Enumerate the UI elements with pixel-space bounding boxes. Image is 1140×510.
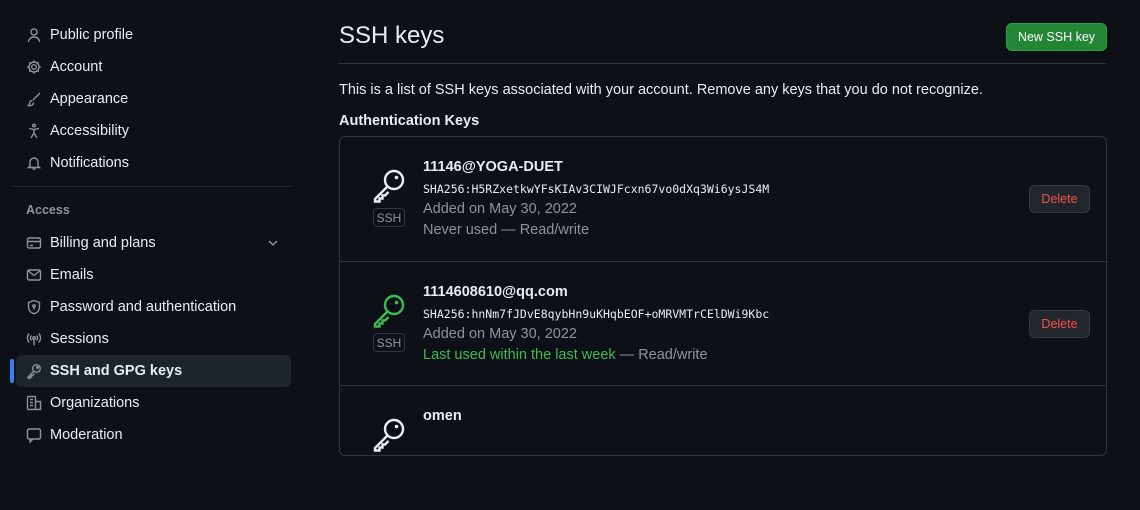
sidebar-item-notifications[interactable]: Notifications	[16, 147, 291, 179]
organization-icon	[26, 395, 42, 411]
page-title: SSH keys	[339, 22, 445, 49]
sidebar-item-label: Appearance	[50, 91, 129, 107]
sidebar-item-ssh-gpg-keys[interactable]: SSH and GPG keys	[10, 355, 291, 387]
ssh-key-row: SSH 11146@YOGA-DUET SHA256:H5RZxetkwYFsK…	[340, 137, 1106, 261]
mail-icon	[26, 267, 42, 283]
sidebar-item-emails[interactable]: Emails	[16, 259, 291, 291]
shield-lock-icon	[26, 299, 42, 315]
accessibility-icon	[26, 123, 42, 139]
broadcast-icon	[26, 331, 42, 347]
ssh-key-row: omen	[340, 385, 1106, 510]
sidebar-item-public-profile[interactable]: Public profile	[16, 19, 291, 51]
sidebar-divider	[12, 186, 292, 187]
sidebar-heading-access: Access	[26, 203, 70, 217]
key-usage: Last used within the last week — Read/wr…	[423, 347, 708, 363]
sidebar-item-accessibility[interactable]: Accessibility	[16, 115, 291, 147]
delete-key-button[interactable]: Delete	[1029, 185, 1090, 213]
key-fingerprint: SHA256:hnNm7fJDvE8qybHn9uKHqbEOF+oMRVMTr…	[423, 307, 770, 321]
key-icon	[26, 363, 42, 379]
key-title: 1114608610@qq.com	[423, 284, 568, 300]
sidebar-item-label: Account	[50, 59, 103, 75]
sidebar-item-label: Moderation	[50, 427, 123, 443]
key-usage: Never used — Read/write	[423, 222, 589, 238]
sidebar-item-label: Organizations	[50, 395, 140, 411]
key-title: 11146@YOGA-DUET	[423, 159, 563, 175]
sidebar-item-label: Public profile	[50, 27, 134, 43]
bell-icon	[26, 155, 42, 171]
sidebar-item-label: Notifications	[50, 155, 129, 171]
delete-key-button[interactable]: Delete	[1029, 310, 1090, 338]
key-added-date: Added on May 30, 2022	[423, 326, 577, 342]
new-ssh-key-button[interactable]: New SSH key	[1006, 23, 1107, 51]
ssh-badge: SSH	[373, 208, 405, 227]
credit-card-icon	[26, 235, 42, 251]
key-last-used: Last used within the last week	[423, 347, 616, 363]
ssh-keys-list: SSH 11146@YOGA-DUET SHA256:H5RZxetkwYFsK…	[339, 136, 1107, 456]
sidebar-item-moderation[interactable]: Moderation	[16, 419, 291, 451]
gear-icon	[26, 59, 42, 75]
person-icon	[26, 27, 42, 43]
ssh-key-row: SSH 1114608610@qq.com SHA256:hnNm7fJDvE8…	[340, 261, 1106, 386]
paintbrush-icon	[26, 91, 42, 107]
sidebar-item-label: Sessions	[50, 331, 109, 347]
key-access: — Read/write	[615, 347, 708, 363]
report-icon	[26, 427, 42, 443]
sidebar-item-account[interactable]: Account	[16, 51, 291, 83]
key-added-date: Added on May 30, 2022	[423, 201, 577, 217]
sidebar-item-label: Accessibility	[50, 123, 129, 139]
sidebar-item-label: Password and authentication	[50, 299, 237, 315]
intro-text: This is a list of SSH keys associated wi…	[339, 82, 983, 98]
sidebar-item-appearance[interactable]: Appearance	[16, 83, 291, 115]
key-icon	[373, 418, 405, 452]
chevron-down-icon[interactable]	[265, 235, 281, 251]
sidebar-item-label: Emails	[50, 267, 94, 283]
sidebar-item-label: SSH and GPG keys	[50, 363, 183, 379]
settings-sidebar: Public profile Account Appearance Access…	[0, 0, 300, 443]
key-icon	[373, 169, 405, 203]
sidebar-item-organizations[interactable]: Organizations	[16, 387, 291, 419]
sidebar-item-billing[interactable]: Billing and plans	[16, 227, 291, 259]
key-fingerprint: SHA256:H5RZxetkwYFsKIAv3CIWJFcxn67vo0dXq…	[423, 182, 770, 196]
key-icon	[373, 294, 405, 328]
title-divider	[339, 63, 1107, 64]
section-title-authentication-keys: Authentication Keys	[339, 113, 480, 129]
key-access: Never used — Read/write	[423, 222, 590, 238]
sidebar-item-sessions[interactable]: Sessions	[16, 323, 291, 355]
ssh-badge: SSH	[373, 333, 405, 352]
key-title: omen	[423, 408, 462, 424]
sidebar-item-label: Billing and plans	[50, 235, 156, 251]
sidebar-item-password-auth[interactable]: Password and authentication	[16, 291, 291, 323]
